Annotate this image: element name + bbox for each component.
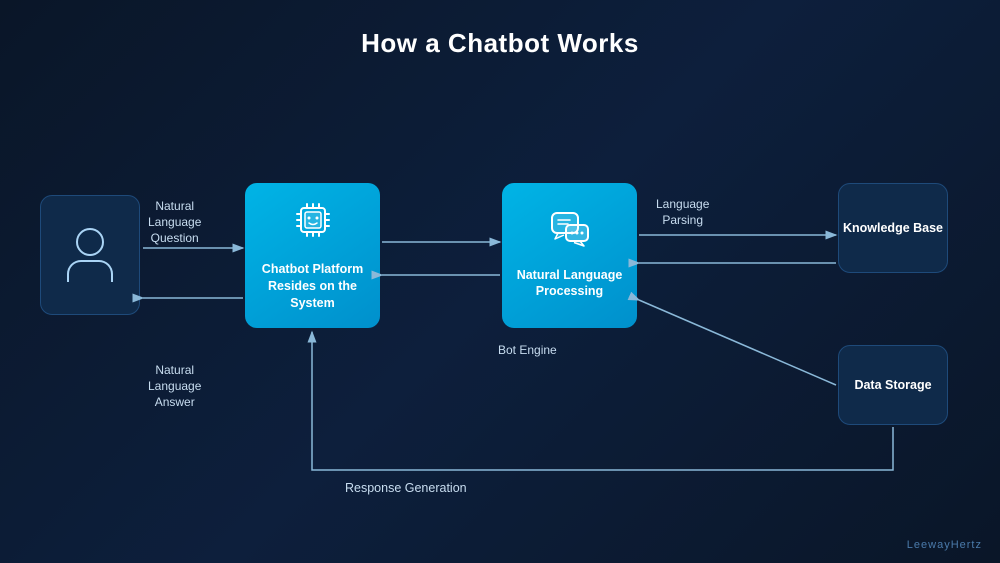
arrows-overlay xyxy=(0,80,1000,533)
natural-language-answer-label: NaturalLanguageAnswer xyxy=(148,362,201,411)
page-title: How a Chatbot Works xyxy=(0,0,1000,59)
natural-language-question-label: NaturalLanguageQuestion xyxy=(148,198,201,247)
watermark: LeewayHertz xyxy=(907,539,982,551)
knowledge-base-label: Knowledge Base xyxy=(843,220,943,237)
language-parsing-label: LanguageParsing xyxy=(656,196,709,228)
user-box xyxy=(40,195,140,315)
chatbot-platform-label: Chatbot Platform Resides on the System xyxy=(245,261,380,312)
user-head-icon xyxy=(76,228,104,256)
chatbot-platform-box: Chatbot Platform Resides on the System xyxy=(245,183,380,328)
chip-icon xyxy=(292,199,334,254)
user-body-icon xyxy=(67,260,113,282)
bot-engine-label: Bot Engine xyxy=(498,342,557,358)
response-generation-label: Response Generation xyxy=(345,480,467,497)
nlp-box: Natural Language Processing xyxy=(502,183,637,328)
diagram: Chatbot Platform Resides on the System N… xyxy=(0,80,1000,533)
data-storage-box: Data Storage xyxy=(838,345,948,425)
chat-bubble-icon xyxy=(550,211,590,261)
user-icon xyxy=(67,228,113,282)
data-storage-label: Data Storage xyxy=(854,377,931,394)
nlp-label: Natural Language Processing xyxy=(502,267,637,301)
knowledge-base-box: Knowledge Base xyxy=(838,183,948,273)
